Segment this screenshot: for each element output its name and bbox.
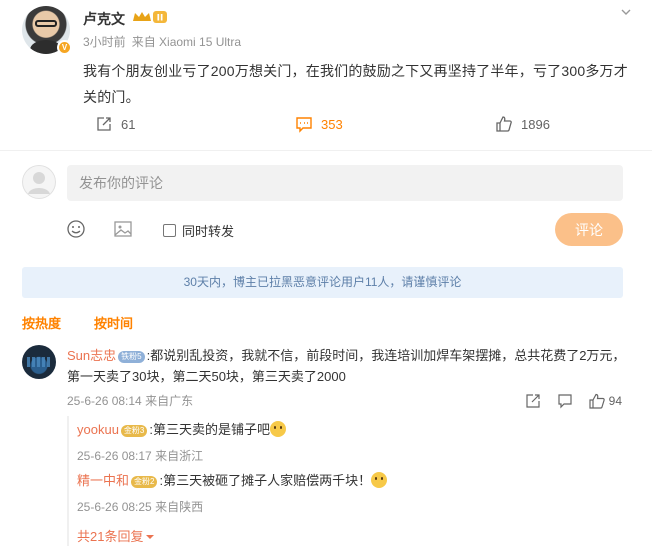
reply-list: yookuu 金粉3:第三天卖的是铺子吧 25-6-26 08:17 来自浙江 精… [67, 416, 623, 546]
fan-badge: 金粉3 [120, 425, 148, 437]
crown-level-icon: II [133, 11, 167, 24]
reply-meta: 25-6-26 08:25 来自陕西 [77, 498, 387, 516]
badge-level: II [157, 14, 164, 24]
reply-user[interactable]: 精一中和 [77, 473, 129, 488]
repost-button[interactable]: 61 [95, 115, 135, 133]
reply-time: 25-6-26 08:25 [77, 500, 152, 514]
comment-icon [296, 117, 312, 133]
repost-count: 61 [121, 116, 136, 132]
reply-item: 精一中和 金粉2:第三天被砸了摊子人家赔偿两千块！ 25-6-26 08:25 来… [77, 472, 388, 516]
more-replies-label: 共21条回复 [77, 529, 144, 544]
share-icon[interactable] [525, 393, 541, 409]
avatar-pattern [27, 357, 51, 367]
thumbs-up-icon [589, 393, 605, 409]
comment-like-count: 94 [608, 394, 622, 408]
moderation-notice: 30天内，博主已拉黑恶意评论用户11人，请谨慎评论 [22, 267, 623, 298]
post-text: 我有个朋友创业亏了200万想关门，在我们的鼓励之下又再坚持了半年，亏了300多万… [83, 63, 628, 105]
emoji-icon [371, 472, 388, 488]
reply-text: :第三天卖的是铺子吧 [149, 422, 270, 437]
image-icon[interactable] [113, 219, 133, 239]
avatar-glasses [35, 20, 57, 27]
reply-user[interactable]: yookuu [77, 422, 119, 437]
submit-comment-button[interactable]: 评论 [555, 213, 623, 246]
comment-button[interactable]: 353 [295, 115, 343, 133]
emoji-icon [270, 421, 286, 437]
comment-count: 353 [321, 116, 343, 132]
tab-sort-time[interactable]: 按时间 [94, 313, 133, 332]
post-meta: 3小时前 来自 Xiaomi 15 Ultra [83, 33, 241, 50]
like-count: 1896 [521, 116, 550, 132]
divider [0, 150, 652, 151]
fan-badge: 铁粉5 [118, 351, 145, 363]
like-button[interactable]: 1896 [495, 115, 550, 133]
emoji-icon[interactable] [66, 219, 86, 239]
comment-like-button[interactable]: 94 [589, 393, 622, 409]
reply-icon[interactable] [557, 393, 573, 409]
fan-badge: 金粉2 [131, 476, 158, 488]
post-time[interactable]: 3小时前 [83, 35, 126, 49]
commenter-avatar[interactable] [22, 345, 56, 379]
thumbs-up-icon [496, 116, 512, 132]
repost-checkbox[interactable]: 同时转发 [163, 221, 234, 240]
more-replies-link[interactable]: 共21条回复 [77, 526, 155, 545]
reply-time: 25-6-26 08:17 [77, 449, 152, 463]
comment-actions: 94 [525, 393, 622, 409]
comment-location: 来自广东 [145, 394, 194, 408]
tab-sort-hot[interactable]: 按热度 [22, 313, 61, 332]
reply-meta: 25-6-26 08:17 来自浙江 [77, 447, 286, 465]
verified-badge-icon: V [57, 40, 72, 55]
reply-item: yookuu 金粉3:第三天卖的是铺子吧 25-6-26 08:17 来自浙江 [77, 421, 286, 465]
comment-time: 25-6-26 08:14 [67, 394, 142, 408]
post-header: V 卢克文 II 3小时前 来自 Xiaomi 15 Ultra [22, 6, 632, 56]
author-name[interactable]: 卢克文 [83, 9, 125, 29]
reply-location: 来自陕西 [155, 500, 204, 514]
post-actions: 61 353 1896 [95, 115, 565, 135]
chevron-down-icon[interactable] [620, 6, 632, 18]
share-icon [97, 117, 111, 131]
user-avatar [22, 165, 56, 199]
reply-text: :第三天被砸了摊子人家赔偿两千块！ [159, 473, 372, 488]
repost-label: 同时转发 [182, 224, 235, 239]
default-user-icon [22, 165, 56, 199]
reply-location: 来自浙江 [155, 449, 204, 463]
comment-input[interactable] [67, 165, 623, 201]
comment-text: :都说别乱投资，我就不信，前段时间，我连培训加焊车架摆摊，总共花费了2万元，第一… [67, 348, 626, 384]
commenter-name[interactable]: Sun志忠 [67, 348, 116, 363]
caret-down-icon [146, 535, 155, 539]
checkbox-box[interactable] [163, 224, 176, 237]
post-source: 来自 Xiaomi 15 Ultra [131, 35, 242, 49]
